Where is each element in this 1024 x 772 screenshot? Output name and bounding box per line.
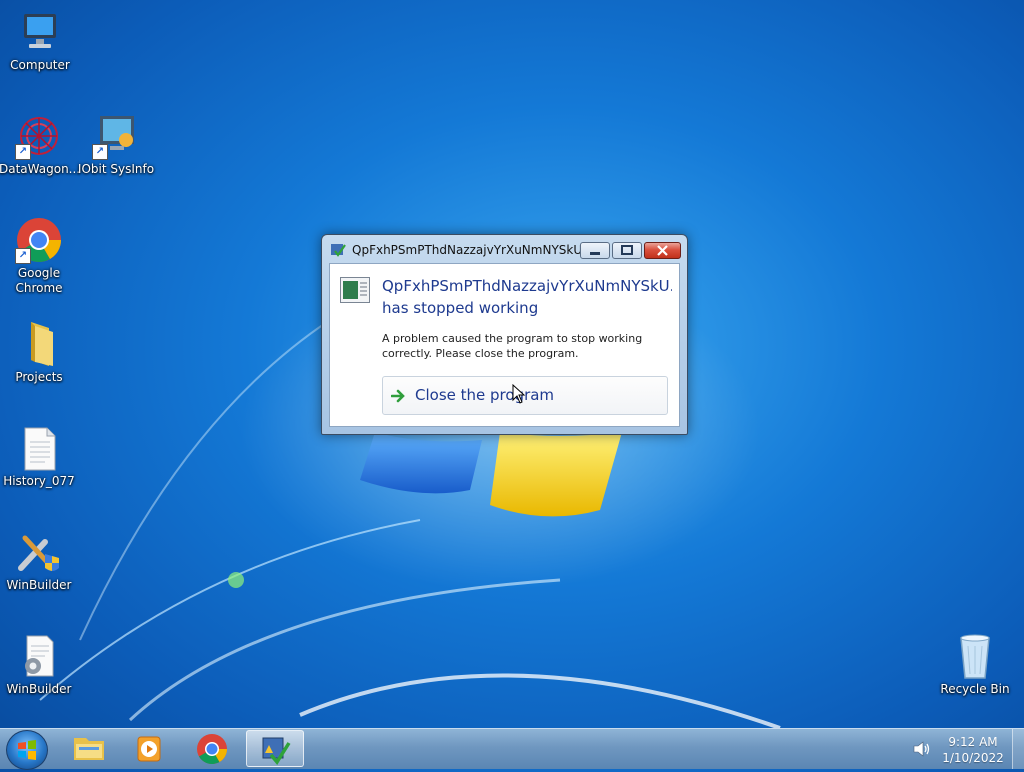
minimize-button[interactable] (580, 242, 610, 259)
desktop-icon-label: History_077 (3, 474, 75, 488)
taskbar: 9:12 AM 1/10/2022 (0, 728, 1024, 770)
desktop-icon-label: Google Chrome (15, 266, 63, 295)
winbuilder-tools-icon (15, 528, 63, 576)
volume-icon[interactable] (913, 741, 931, 757)
media-player-icon (137, 736, 161, 762)
close-program-label: Close the program (415, 386, 555, 404)
dialog-title: QpFxhPSmPThdNazzajvYrXuNmNYSkU.e... (352, 243, 582, 257)
desktop-icon-label: Recycle Bin (940, 682, 1010, 696)
close-icon (657, 245, 668, 256)
maximize-icon (621, 245, 633, 255)
text-file-icon (15, 424, 63, 472)
computer-icon (16, 8, 64, 56)
desktop-icon-label: IObit SysInfo (77, 162, 155, 176)
desktop-icon-history-077[interactable]: History_077 (0, 424, 79, 489)
explorer-icon (74, 738, 104, 760)
desktop-icon-label: Projects (15, 370, 63, 384)
taskbar-media-player[interactable] (120, 730, 178, 767)
dialog-description: A problem caused the program to stop wor… (382, 332, 643, 360)
program-name: QpFxhPSmPThdNazzajvYrXuNmNYSkU.... (382, 277, 672, 295)
desktop-icon-datawagon[interactable]: ↗ DataWagon... (0, 112, 81, 177)
desktop-icon-label: DataWagon... (0, 162, 81, 176)
desktop-icon-iobit-sysinfo[interactable]: ↗ IObit SysInfo (76, 112, 156, 177)
desktop-icon-google-chrome[interactable]: ↗ Google Chrome (0, 216, 79, 296)
dialog-content: QpFxhPSmPThdNazzajvYrXuNmNYSkU.... has s… (329, 263, 680, 427)
taskbar-explorer[interactable] (60, 730, 118, 767)
shortcut-arrow-icon: ↗ (92, 144, 108, 160)
monitor-info-icon: ↗ (92, 112, 140, 160)
dialog-heading: QpFxhPSmPThdNazzajvYrXuNmNYSkU.... has s… (382, 275, 672, 319)
dialog-titlebar[interactable]: QpFxhPSmPThdNazzajvYrXuNmNYSkU.e... (322, 235, 687, 263)
shortcut-arrow-icon: ↗ (15, 248, 31, 264)
folder-icon (15, 320, 63, 368)
desktop-icon-computer[interactable]: Computer (0, 8, 80, 73)
error-reporting-icon (331, 244, 346, 257)
desktop-icon-recycle-bin[interactable]: Recycle Bin (935, 632, 1015, 697)
chrome-icon (197, 734, 227, 765)
error-dialog: QpFxhPSmPThdNazzajvYrXuNmNYSkU.e... QpFx… (321, 234, 688, 435)
desktop-icon-winbuilder-script[interactable]: WinBuilder (0, 632, 79, 697)
chrome-icon: ↗ (15, 216, 63, 264)
shortcut-arrow-icon: ↗ (15, 144, 31, 160)
taskbar-chrome[interactable] (183, 730, 241, 767)
desktop-icon-projects[interactable]: Projects (0, 320, 79, 385)
show-desktop-button[interactable] (1012, 729, 1024, 769)
windows-logo-icon (18, 740, 36, 760)
minimize-icon (590, 252, 600, 255)
desktop-icon-label: Computer (10, 58, 70, 72)
close-program-button[interactable]: Close the program (382, 376, 668, 415)
close-button[interactable] (644, 242, 681, 259)
recycle-bin-icon (951, 632, 999, 680)
desktop-icon-label: WinBuilder (6, 578, 72, 592)
error-reporting-icon (262, 737, 291, 765)
system-clock[interactable]: 9:12 AM 1/10/2022 (940, 734, 1006, 766)
program-window-icon (340, 277, 370, 303)
clock-time: 9:12 AM (948, 735, 998, 749)
winbuilder-script-icon (15, 632, 63, 680)
start-button[interactable] (6, 730, 48, 770)
clock-date: 1/10/2022 (942, 751, 1004, 765)
taskbar-error-reporting[interactable] (246, 730, 304, 767)
desktop-icon-winbuilder[interactable]: WinBuilder (0, 528, 79, 593)
datawagon-icon: ↗ (15, 112, 63, 160)
stopped-working-text: has stopped working (382, 299, 539, 317)
maximize-button[interactable] (612, 242, 642, 259)
desktop-icon-label: WinBuilder (6, 682, 72, 696)
green-arrow-icon (391, 389, 405, 403)
